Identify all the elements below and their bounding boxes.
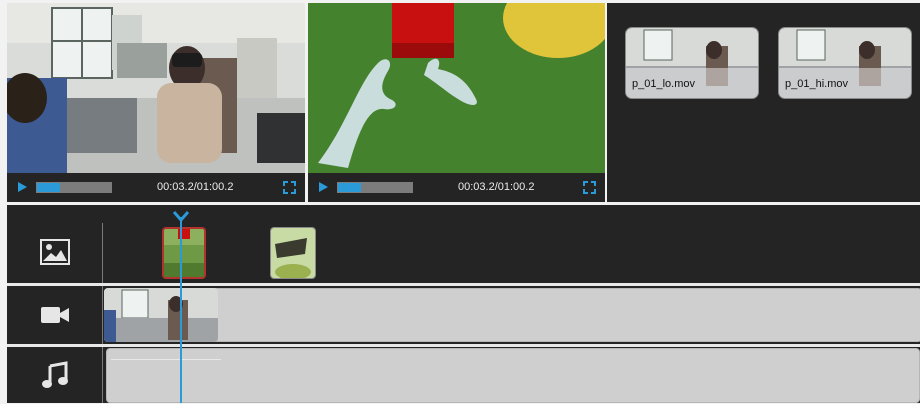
video-track-lane[interactable] [104, 286, 920, 344]
vr-scene-image [308, 3, 605, 173]
camera-video-frame[interactable] [7, 3, 305, 173]
video-clip-thumbnail[interactable] [104, 288, 218, 342]
timeline [7, 205, 920, 403]
media-clip-lo[interactable]: p_01_lo.mov [625, 27, 759, 99]
clip-thumbnail [164, 229, 204, 277]
clip-thumbnail [104, 288, 218, 342]
video-track-header[interactable] [7, 286, 102, 344]
track-header-divider [102, 223, 103, 403]
timecode: 00:03.2/01:00.2 [157, 181, 234, 193]
video-clip-bar[interactable] [104, 288, 920, 342]
timecode: 00:03.2/01:00.2 [458, 181, 535, 193]
image-clip[interactable] [270, 227, 316, 279]
play-button[interactable] [319, 182, 328, 192]
audio-clip-bar[interactable] [106, 348, 920, 403]
audio-track-lane[interactable] [104, 346, 920, 403]
progress-bar[interactable] [36, 182, 112, 193]
media-clip-hi[interactable]: p_01_hi.mov [778, 27, 912, 99]
image-icon [39, 239, 70, 265]
left-gutter [0, 0, 7, 403]
audio-waveform [111, 359, 221, 360]
image-track-header[interactable] [7, 223, 102, 281]
clip-label: p_01_lo.mov [632, 78, 695, 90]
fullscreen-icon[interactable] [583, 181, 596, 194]
vr-player: 00:03.2/01:00.2 [308, 3, 605, 202]
office-scene-image [7, 3, 305, 173]
fullscreen-icon[interactable] [283, 181, 296, 194]
music-note-icon [41, 361, 68, 388]
video-editor-app: 00:03.2/01:00.2 00:03.2/01:00.2 p_01_lo.… [0, 0, 920, 403]
play-button[interactable] [18, 182, 27, 192]
progress-bar[interactable] [337, 182, 413, 193]
progress-fill [37, 183, 60, 192]
vr-video-frame[interactable] [308, 3, 605, 173]
camera-player-controls: 00:03.2/01:00.2 [7, 173, 305, 202]
clip-label: p_01_hi.mov [785, 78, 848, 90]
audio-track-header[interactable] [7, 346, 102, 404]
image-track-lane[interactable] [104, 223, 920, 281]
playhead-handle-icon[interactable] [173, 211, 189, 223]
image-clip-selected[interactable] [162, 227, 206, 279]
camera-player: 00:03.2/01:00.2 [7, 3, 305, 202]
clip-thumbnail [271, 228, 315, 278]
vr-player-controls: 00:03.2/01:00.2 [308, 173, 605, 202]
video-camera-icon [40, 307, 69, 323]
playhead-line [180, 217, 182, 403]
media-bin: p_01_lo.mov p_01_hi.mov [607, 3, 920, 202]
progress-fill [338, 183, 361, 192]
